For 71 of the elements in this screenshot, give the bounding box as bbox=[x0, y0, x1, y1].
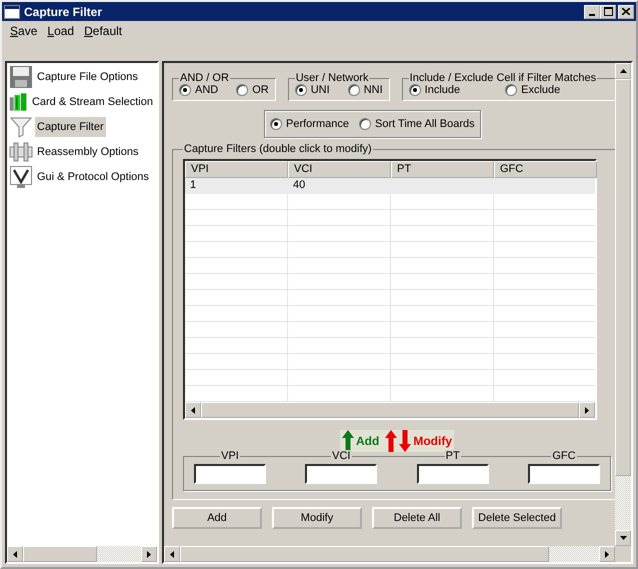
field-label: VCI bbox=[331, 450, 352, 462]
scroll-up-button[interactable] bbox=[615, 63, 631, 79]
column-header[interactable]: GFC bbox=[494, 161, 597, 178]
scroll-left-button[interactable] bbox=[164, 546, 180, 562]
sidebar-item[interactable]: Card & Stream Selection bbox=[30, 92, 155, 112]
left-arrow-icon bbox=[191, 406, 195, 414]
sidebar-item[interactable]: Capture Filter bbox=[35, 116, 106, 136]
scrollbar-thumb[interactable] bbox=[201, 402, 579, 418]
sidebar-item[interactable]: Gui & Protocol Options bbox=[35, 166, 151, 186]
window-title: Capture Filter bbox=[24, 4, 104, 18]
radio-option[interactable]: Exclude bbox=[505, 84, 560, 96]
funnel-icon bbox=[9, 114, 33, 138]
scroll-right-button[interactable] bbox=[141, 546, 157, 562]
radio-option[interactable]: Performance bbox=[270, 118, 349, 130]
action-button[interactable]: Modify bbox=[272, 507, 362, 529]
scroll-left-button[interactable] bbox=[185, 402, 201, 418]
input-field[interactable] bbox=[194, 464, 266, 484]
table-cell-text: 40 bbox=[292, 178, 306, 193]
input-field[interactable] bbox=[305, 464, 378, 484]
action-button[interactable]: Delete All bbox=[372, 507, 462, 529]
column-header[interactable]: PT bbox=[391, 161, 494, 178]
column-header[interactable]: VCI bbox=[288, 161, 391, 178]
radio-option[interactable]: AND bbox=[179, 84, 218, 96]
field-label: GFC bbox=[551, 450, 577, 462]
legend-label: Add bbox=[356, 434, 380, 448]
input-field[interactable] bbox=[528, 464, 600, 484]
scroll-left-button[interactable] bbox=[7, 546, 23, 562]
right-arrow-icon bbox=[585, 406, 589, 414]
scroll-down-button[interactable] bbox=[615, 530, 631, 546]
field-label: PT bbox=[444, 450, 461, 462]
menu-item[interactable]: Load bbox=[47, 24, 74, 40]
menu-item[interactable]: Default bbox=[84, 24, 122, 40]
group-title: AND / OR bbox=[179, 72, 230, 84]
scroll-right-button[interactable] bbox=[599, 546, 615, 562]
action-button[interactable]: Delete Selected bbox=[472, 507, 562, 529]
table-row[interactable]: 1 40 bbox=[185, 178, 595, 194]
scrollbar-thumb[interactable] bbox=[23, 546, 98, 562]
column-header[interactable]: VPI bbox=[185, 161, 288, 178]
pipe-icon bbox=[9, 140, 33, 164]
minimize-icon bbox=[589, 14, 595, 16]
radio-option[interactable]: NNI bbox=[348, 84, 383, 96]
group-title: Include / Exclude Cell if Filter Matches bbox=[408, 72, 598, 84]
maximize-icon bbox=[604, 7, 612, 16]
table-cell-text: 1 bbox=[189, 178, 198, 193]
radio-option[interactable]: Sort Time All Boards bbox=[358, 118, 475, 130]
close-button[interactable] bbox=[618, 4, 634, 18]
minimize-button[interactable] bbox=[584, 4, 600, 18]
field-label: VPI bbox=[220, 450, 240, 462]
right-arrow-icon bbox=[147, 550, 151, 558]
group-title: User / Network bbox=[294, 72, 370, 84]
legend-label: Modify bbox=[413, 434, 452, 448]
radio-option[interactable]: Include bbox=[408, 84, 460, 96]
sidebar-item[interactable]: Capture File Options bbox=[35, 66, 140, 86]
left-arrow-icon bbox=[170, 550, 174, 558]
maximize-button[interactable] bbox=[600, 4, 616, 18]
up-down-arrows-icon bbox=[385, 430, 412, 452]
close-icon bbox=[622, 8, 630, 15]
scroll-right-button[interactable] bbox=[579, 402, 595, 418]
input-field[interactable] bbox=[416, 464, 489, 484]
action-button[interactable]: Add bbox=[172, 507, 262, 529]
right-arrow-icon bbox=[605, 550, 609, 558]
down-arrow-icon bbox=[620, 536, 626, 540]
letter-v-icon bbox=[9, 164, 33, 188]
sidebar-item[interactable]: Reassembly Options bbox=[35, 142, 140, 162]
radio-option[interactable]: UNI bbox=[294, 84, 330, 96]
radio-option[interactable]: OR bbox=[236, 84, 269, 96]
up-arrow-icon bbox=[620, 69, 626, 73]
menu-item[interactable]: Save bbox=[10, 24, 38, 40]
group-title: Capture Filters (double click to modify) bbox=[183, 143, 373, 155]
left-arrow-icon bbox=[13, 550, 17, 558]
up-arrow-icon bbox=[342, 430, 354, 452]
